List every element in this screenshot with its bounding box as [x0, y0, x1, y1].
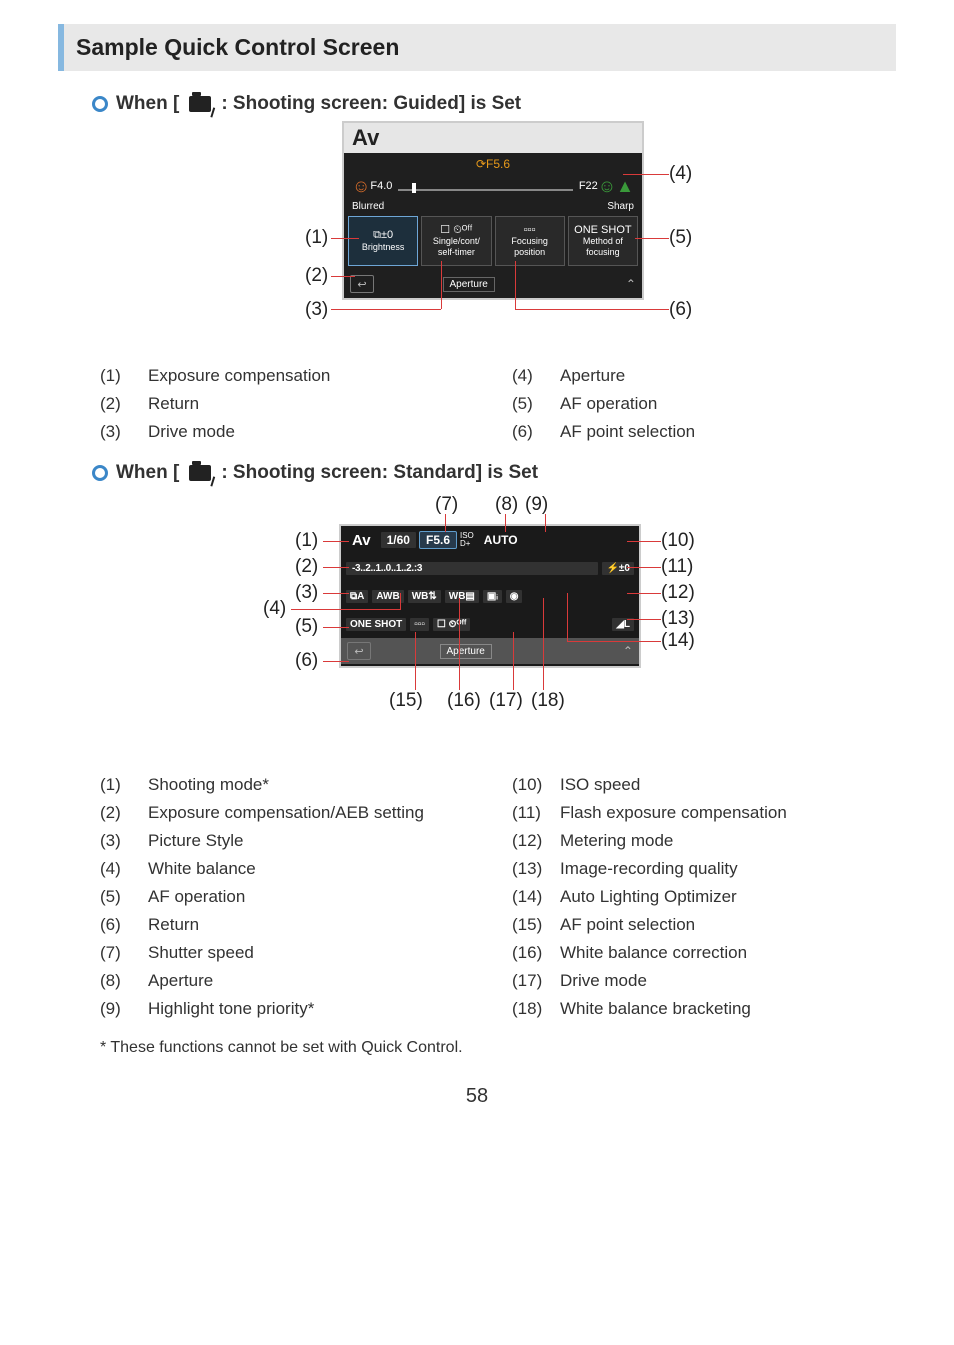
metering-chip[interactable]: ◉ — [506, 590, 523, 603]
callout-12: (12) — [661, 582, 695, 604]
aperture-footer-label: Aperture — [440, 644, 492, 659]
callout-5b: (5) — [295, 616, 318, 638]
aperture-chip[interactable]: F5.6 — [420, 532, 456, 548]
wb-shift-chip[interactable]: WB⇅ — [408, 590, 441, 603]
slider-left-label: Blurred — [352, 201, 384, 212]
af-method-cell[interactable]: ONE SHOT Method of focusing — [568, 216, 638, 266]
return-icon[interactable]: ↩ — [350, 275, 374, 293]
standard-legend: (1)Shooting mode* (2)Exposure compensati… — [100, 775, 896, 1019]
guided-legend: (1)Exposure compensation (2)Return (3)Dr… — [100, 366, 896, 442]
page-number: 58 — [58, 1085, 896, 1108]
guided-heading: When [ : Shooting screen: Guided] is Set — [92, 93, 896, 115]
bullet-icon — [92, 96, 108, 112]
wb-bkt-chip[interactable]: WB▤ — [445, 590, 479, 603]
callout-10: (10) — [661, 530, 695, 552]
standard-heading-text-after: : Shooting screen: Standard] is Set — [221, 462, 538, 484]
aperture-value: ⟳F5.6 — [344, 153, 642, 171]
focus-position-cell[interactable]: ▫▫▫ Focusing position — [495, 216, 565, 266]
bullet-icon — [92, 465, 108, 481]
callout-14: (14) — [661, 630, 695, 652]
blurred-face-icon: ☺ — [352, 176, 370, 197]
exposure-scale[interactable]: -3..2..1..0..1..2.:3 — [346, 562, 598, 575]
return-icon[interactable]: ↩ — [347, 642, 371, 660]
callout-7: (7) — [435, 494, 458, 516]
shutter-chip[interactable]: 1/60 — [381, 532, 416, 548]
camera-settings-icon — [189, 96, 211, 112]
callout-17: (17) — [489, 690, 523, 712]
chevron-up-icon[interactable]: ⌃ — [623, 644, 633, 658]
slider-min: F4.0 — [370, 180, 392, 192]
picture-style-chip[interactable]: ⧉A — [346, 590, 368, 603]
drive-chip[interactable]: ☐ ⏲ᴼᶠᶠ — [433, 618, 471, 631]
section-title-bar: Sample Quick Control Screen — [58, 24, 896, 71]
standard-screen: Av 1/60 F5.6 ISOD+ AUTO -3..2..1..0..1..… — [339, 524, 641, 668]
section-title: Sample Quick Control Screen — [76, 34, 399, 60]
guided-heading-text-after: : Shooting screen: Guided] is Set — [221, 93, 521, 115]
callout-4: (4) — [669, 163, 692, 185]
drive-cell[interactable]: ☐ ⏲ᴼᶠᶠ Single/cont/ self-timer — [421, 216, 491, 266]
callout-6: (6) — [669, 299, 692, 321]
callout-8: (8) — [495, 494, 518, 516]
guided-figure: Av ⟳F5.6 ☺ F4.0 F22 ☺▲ Blurred Sharp — [197, 121, 757, 351]
callout-2b: (2) — [295, 556, 318, 578]
iso-chip[interactable]: AUTO — [478, 532, 524, 548]
callout-1: (1) — [305, 227, 328, 249]
af-op-chip[interactable]: ONE SHOT — [346, 618, 406, 631]
callout-3: (3) — [305, 299, 328, 321]
slider-right-label: Sharp — [607, 201, 634, 212]
standard-figure: Av 1/60 F5.6 ISOD+ AUTO -3..2..1..0..1..… — [167, 490, 787, 760]
brightness-cell[interactable]: ⧉±0 Brightness — [348, 216, 418, 266]
aperture-slider[interactable] — [398, 177, 572, 195]
mode-chip[interactable]: Av — [346, 531, 377, 550]
callout-16: (16) — [447, 690, 481, 712]
callout-1b: (1) — [295, 530, 318, 552]
callout-6b: (6) — [295, 650, 318, 672]
standard-heading-text-before: When [ — [116, 462, 179, 484]
alo-chip[interactable]: ▣ᵢ — [483, 590, 502, 603]
camera-settings-icon — [189, 465, 211, 481]
callout-3b: (3) — [295, 582, 318, 604]
af-point-chip[interactable]: ▫▫▫ — [410, 618, 429, 631]
callout-5: (5) — [669, 227, 692, 249]
standard-heading: When [ : Shooting screen: Standard] is S… — [92, 462, 896, 484]
callout-13: (13) — [661, 608, 695, 630]
guided-screen: Av ⟳F5.6 ☺ F4.0 F22 ☺▲ Blurred Sharp — [342, 121, 644, 300]
sharp-face-icon: ☺▲ — [598, 176, 634, 197]
guided-heading-text-before: When [ — [116, 93, 179, 115]
aperture-footer-label: Aperture — [443, 277, 495, 292]
callout-15: (15) — [389, 690, 423, 712]
callout-9: (9) — [525, 494, 548, 516]
chevron-up-icon[interactable]: ⌃ — [626, 277, 636, 291]
footnote: * These functions cannot be set with Qui… — [100, 1039, 896, 1057]
flash-comp-chip[interactable]: ⚡±0 — [602, 562, 634, 575]
slider-max: F22 — [579, 180, 598, 192]
callout-4b: (4) — [263, 598, 286, 620]
callout-18: (18) — [531, 690, 565, 712]
mode-header: Av — [344, 123, 642, 153]
callout-11: (11) — [661, 556, 693, 578]
callout-2: (2) — [305, 265, 328, 287]
htp-icon: ISOD+ — [460, 532, 474, 548]
